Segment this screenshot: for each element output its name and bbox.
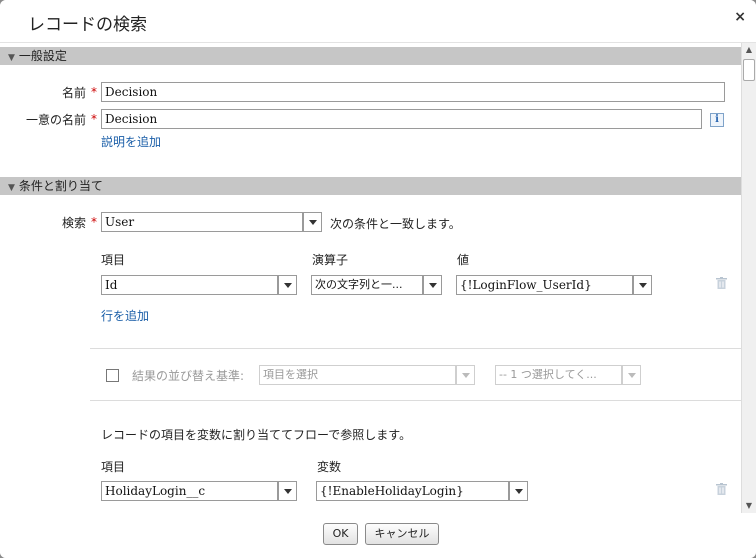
lookup-label: 検索 [61, 216, 86, 230]
chevron-down-icon [283, 283, 292, 288]
condition-field-dropdown-button[interactable] [278, 275, 297, 295]
trash-icon[interactable] [716, 483, 727, 495]
scroll-up-icon[interactable]: ▲ [743, 44, 755, 56]
add-row-link[interactable]: 行を追加 [101, 307, 149, 324]
sort-results-checkbox[interactable] [106, 369, 119, 382]
info-icon[interactable]: i [710, 113, 724, 127]
chevron-down-icon [638, 283, 647, 288]
assign-field-dropdown-button[interactable] [278, 481, 297, 501]
add-description-link[interactable]: 説明を追加 [101, 133, 161, 150]
cancel-button[interactable]: キャンセル [365, 523, 439, 545]
column-header-value: 値 [457, 253, 470, 267]
divider [90, 348, 741, 349]
name-input[interactable]: Decision [101, 82, 725, 102]
unique-name-input[interactable]: Decision [101, 109, 702, 129]
dialog-footer: OK キャンセル [0, 513, 756, 558]
chevron-down-icon [308, 220, 317, 225]
match-conditions-text: 次の条件と一致します。 [330, 217, 461, 231]
assign-variable-dropdown-button[interactable] [509, 481, 528, 501]
section-conditions-header[interactable]: ▼ 条件と割り当て [0, 177, 741, 195]
chevron-down-icon [514, 489, 523, 494]
condition-value-input[interactable]: {!LoginFlow_UserId} [456, 275, 633, 295]
scroll-thumb[interactable] [743, 59, 755, 81]
lookup-object-dropdown-button[interactable] [303, 212, 322, 232]
required-mark: * [91, 85, 97, 99]
assign-description-text: レコードの項目を変数に割り当ててフローで参照します。 [101, 428, 412, 442]
dialog-titlebar: レコードの検索 × [0, 0, 756, 43]
condition-field-select[interactable]: Id [101, 275, 278, 295]
chevron-down-icon [283, 489, 292, 494]
column-header-operator: 演算子 [312, 253, 349, 267]
required-mark: * [91, 215, 97, 229]
collapse-triangle-icon: ▼ [8, 183, 15, 193]
dialog-title: レコードの検索 [28, 15, 147, 35]
assign-column-header-variable: 変数 [317, 460, 342, 474]
condition-operator-select[interactable]: 次の文字列と一... [311, 275, 423, 295]
collapse-triangle-icon: ▼ [8, 53, 15, 63]
trash-icon[interactable] [716, 277, 727, 289]
sort-label: 結果の並び替え基準: [132, 369, 245, 383]
dialog-content: ▼ 一般設定 名前 * Decision 一意の名前 * Decision i 説… [0, 43, 741, 513]
name-label: 名前 [61, 86, 86, 100]
condition-operator-dropdown-button[interactable] [423, 275, 442, 295]
content-scrollbar[interactable]: ▲ ▼ [741, 43, 756, 513]
condition-value-dropdown-button[interactable] [633, 275, 652, 295]
chevron-down-icon [627, 373, 636, 378]
assign-variable-input[interactable]: {!EnableHolidayLogin} [316, 481, 509, 501]
sort-field-dropdown-button[interactable] [456, 365, 475, 385]
sort-order-dropdown-button[interactable] [622, 365, 641, 385]
lookup-record-dialog: レコードの検索 × ▼ 一般設定 名前 * Decision 一意の名前 * De… [0, 0, 756, 558]
lookup-object-select[interactable]: User [101, 212, 303, 232]
chevron-down-icon [428, 283, 437, 288]
section-conditions-title: 条件と割り当て [18, 179, 103, 193]
column-header-field: 項目 [101, 253, 126, 267]
ok-button[interactable]: OK [323, 523, 358, 545]
sort-field-select[interactable]: 項目を選択 [259, 365, 456, 385]
close-icon[interactable]: × [734, 9, 746, 25]
chevron-down-icon [461, 373, 470, 378]
assign-column-header-field: 項目 [101, 460, 126, 474]
section-general-header[interactable]: ▼ 一般設定 [0, 47, 741, 65]
sort-order-select[interactable]: -- 1 つ選択してく... [495, 365, 622, 385]
assign-field-select[interactable]: HolidayLogin__c [101, 481, 278, 501]
unique-name-label: 一意の名前 [25, 113, 86, 127]
scroll-down-icon[interactable]: ▼ [743, 500, 755, 512]
required-mark: * [91, 112, 97, 126]
section-general-title: 一般設定 [18, 49, 67, 63]
divider [90, 400, 741, 401]
